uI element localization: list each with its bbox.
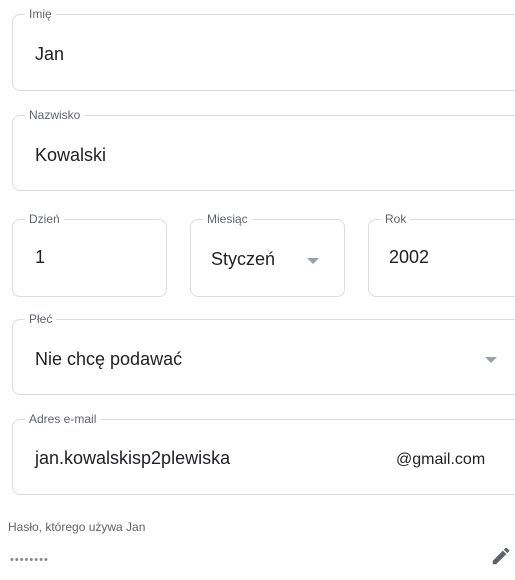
arrow-drop-down-icon bbox=[485, 357, 497, 363]
email-field[interactable]: Adres e-mail jan.kowalskisp2plewiska @gm… bbox=[12, 412, 515, 495]
birth-day-label: Dzień bbox=[25, 212, 64, 226]
birth-day-field[interactable]: Dzień 1 bbox=[12, 212, 167, 297]
birth-month-value: Styczeń bbox=[211, 249, 276, 269]
last-name-field[interactable]: Nazwisko Kowalski bbox=[12, 108, 515, 191]
birth-year-value[interactable]: 2002 bbox=[389, 246, 429, 268]
birth-day-value[interactable]: 1 bbox=[35, 246, 45, 268]
password-masked: •••••••• bbox=[10, 554, 49, 566]
first-name-label: Imię bbox=[25, 7, 56, 21]
birth-year-field[interactable]: Rok 2002 bbox=[368, 212, 515, 297]
gender-value: Nie chcę podawać bbox=[35, 349, 183, 369]
gender-label: Płeć bbox=[25, 312, 57, 326]
pencil-icon[interactable] bbox=[490, 545, 512, 567]
birth-month-select[interactable]: Miesiąc Styczeń bbox=[190, 212, 345, 297]
first-name-field[interactable]: Imię Jan bbox=[12, 7, 515, 91]
email-value[interactable]: jan.kowalskisp2plewiska bbox=[35, 447, 230, 469]
arrow-drop-down-icon bbox=[307, 258, 319, 264]
gender-select[interactable]: Płeć Nie chcę podawać bbox=[12, 312, 515, 395]
birth-month-label: Miesiąc bbox=[203, 212, 252, 226]
email-label: Adres e-mail bbox=[25, 412, 101, 426]
last-name-label: Nazwisko bbox=[25, 108, 85, 122]
last-name-value[interactable]: Kowalski bbox=[35, 144, 106, 166]
password-label: Hasło, którego używa Jan bbox=[8, 520, 146, 534]
email-domain-suffix: @gmail.com bbox=[396, 451, 486, 468]
birth-year-label: Rok bbox=[381, 212, 411, 226]
first-name-value[interactable]: Jan bbox=[35, 43, 64, 65]
